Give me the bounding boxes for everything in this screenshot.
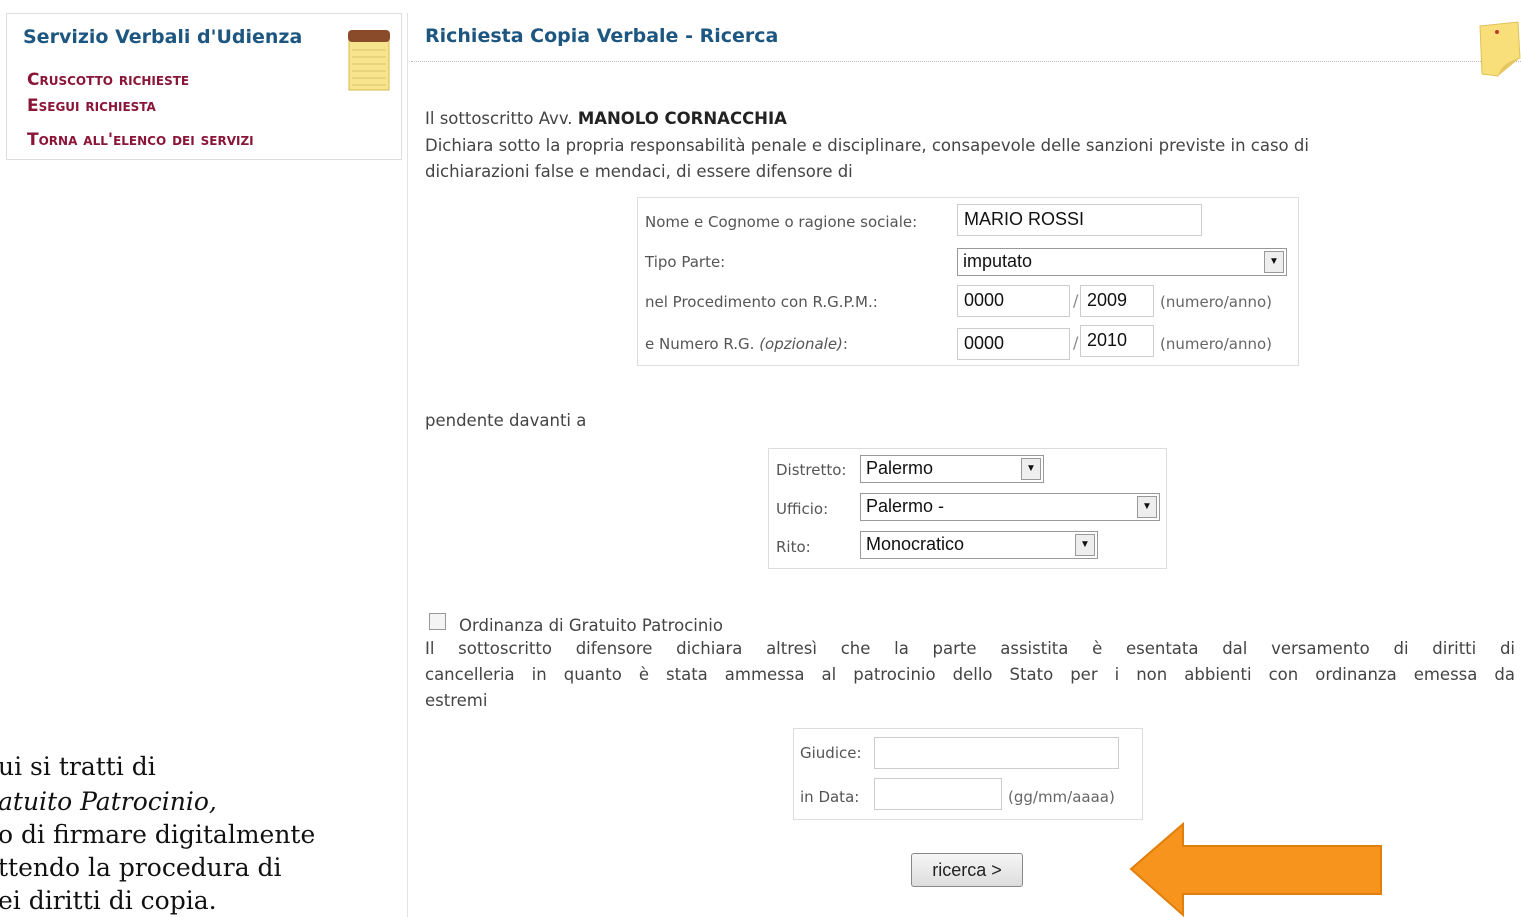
- declaration-line-2: dichiarazioni false e mendaci, di essere…: [425, 162, 853, 181]
- ufficio-select[interactable]: Palermo - ▼: [860, 493, 1160, 521]
- select-arrow-icon: ▼: [1021, 458, 1041, 480]
- select-arrow-icon: ▼: [1137, 496, 1157, 518]
- rito-label: Rito:: [776, 538, 811, 556]
- tipo-parte-select[interactable]: imputato ▼: [957, 248, 1287, 276]
- sidebar-title: Servizio Verbali d'Udienza: [23, 26, 303, 48]
- name-field[interactable]: MARIO ROSSI: [957, 204, 1202, 236]
- ricerca-button[interactable]: ricerca >: [911, 853, 1023, 887]
- tipo-parte-value: imputato: [963, 251, 1033, 271]
- rg-numero-input[interactable]: 0000: [957, 328, 1070, 360]
- data-field[interactable]: [874, 778, 1002, 810]
- rgpm-label: nel Procedimento con R.G.P.M.:: [645, 293, 878, 311]
- gratuito-line-2: cancelleria in quanto è stata ammessa al…: [425, 665, 1515, 684]
- pendente-text: pendente davanti a: [425, 411, 587, 430]
- rg-label-optional: (opzionale): [759, 335, 843, 353]
- select-arrow-icon: ▼: [1075, 534, 1095, 556]
- declarant-line: Il sottoscritto Avv. MANOLO CORNACCHIA: [425, 106, 787, 132]
- rg-label-prefix: e Numero R.G.: [645, 335, 755, 353]
- overlay-text-line-4: ttendo la procedura di: [0, 853, 282, 882]
- declaration-line-1: Dichiara sotto la propria responsabilità…: [425, 136, 1309, 155]
- rg-anno-input[interactable]: 2010: [1080, 325, 1154, 357]
- main-header: Richiesta Copia Verbale - Ricerca: [411, 13, 1521, 62]
- gratuito-line-1: Il sottoscritto difensore dichiara altre…: [425, 639, 1515, 658]
- page-title: Richiesta Copia Verbale - Ricerca: [425, 25, 779, 47]
- sidebar-link-esegui[interactable]: Esegui richiesta: [27, 96, 156, 116]
- arrow-icon: [1129, 822, 1382, 917]
- overlay-text-line-5: ei diritti di copia.: [0, 886, 217, 915]
- sidebar: Servizio Verbali d'Udienza Cruscotto ric…: [6, 13, 402, 160]
- distretto-label: Distretto:: [776, 461, 847, 479]
- rg-label-suffix: :: [842, 335, 848, 353]
- declarant-prefix: Il sottoscritto Avv.: [425, 109, 573, 128]
- sidebar-link-torna[interactable]: Torna all'elenco dei servizi: [27, 130, 254, 150]
- rg-slash: /: [1073, 333, 1079, 352]
- overlay-text-line-2: atuito Patrocinio,: [0, 787, 217, 816]
- sticky-note-icon: [1479, 21, 1521, 77]
- rgpm-anno-input[interactable]: 2009: [1080, 285, 1154, 317]
- sidebar-link-cruscotto[interactable]: Cruscotto richieste: [27, 70, 189, 90]
- giudice-label: Giudice:: [800, 744, 862, 762]
- rgpm-slash: /: [1073, 291, 1079, 310]
- notepad-icon: [348, 30, 390, 91]
- rgpm-hint: (numero/anno): [1160, 293, 1273, 311]
- distretto-select[interactable]: Palermo ▼: [860, 455, 1044, 483]
- tipo-parte-label: Tipo Parte:: [645, 253, 726, 271]
- column-divider: [407, 13, 408, 917]
- data-hint: (gg/mm/aaaa): [1008, 788, 1115, 806]
- name-label: Nome e Cognome o ragione sociale:: [645, 213, 918, 231]
- data-label: in Data:: [800, 788, 860, 806]
- rg-label: e Numero R.G. (opzionale):: [645, 335, 848, 353]
- overlay-text-line-3: o di firmare digitalmente: [0, 820, 316, 849]
- ufficio-label: Ufficio:: [776, 500, 829, 518]
- overlay-text-line-1: ui si tratti di: [0, 752, 156, 781]
- ufficio-value: Palermo -: [866, 496, 945, 516]
- select-arrow-icon: ▼: [1264, 251, 1284, 273]
- gratuito-line-3: estremi: [425, 691, 488, 710]
- rgpm-numero-input[interactable]: 0000: [957, 285, 1070, 317]
- rg-hint: (numero/anno): [1160, 335, 1273, 353]
- distretto-value: Palermo: [866, 458, 934, 478]
- rito-value: Monocratico: [866, 534, 965, 554]
- rito-select[interactable]: Monocratico ▼: [860, 531, 1098, 559]
- gratuito-checkbox[interactable]: [429, 613, 446, 630]
- giudice-field[interactable]: [874, 737, 1119, 769]
- declarant-name: MANOLO CORNACCHIA: [577, 109, 787, 128]
